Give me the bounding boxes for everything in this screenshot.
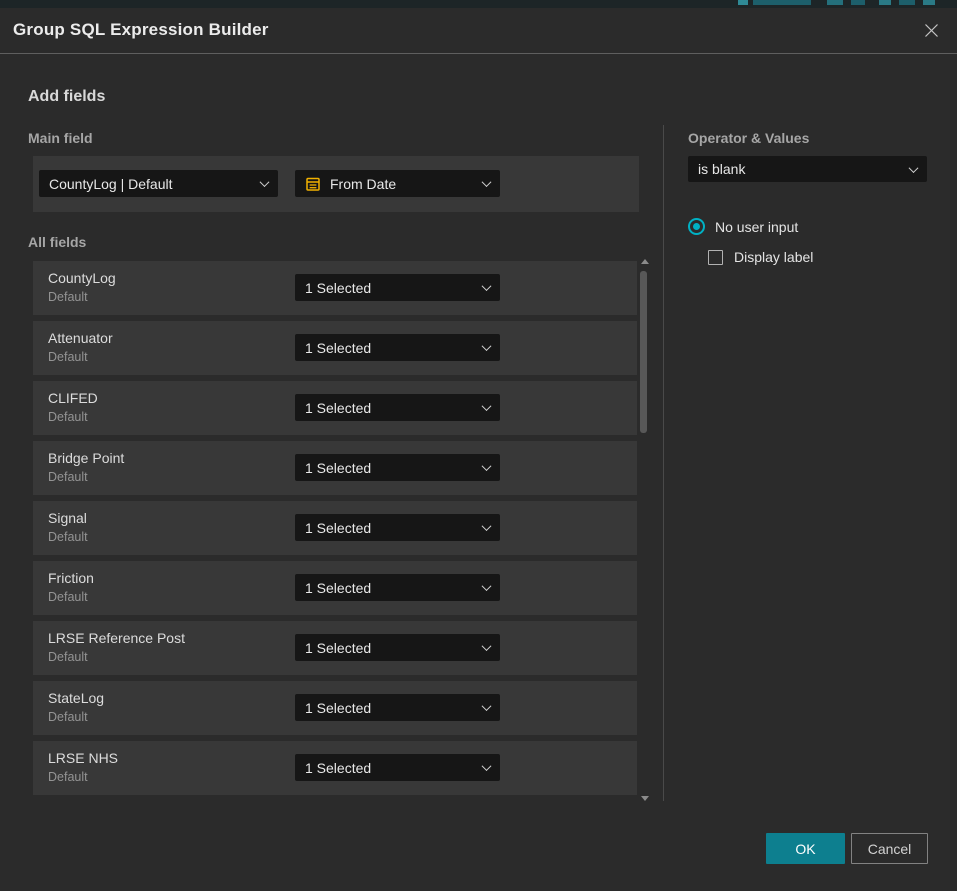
field-name: Attenuator	[48, 330, 113, 346]
field-name: Bridge Point	[48, 450, 124, 466]
field-row: CLIFED Default 1 Selected	[33, 381, 637, 435]
field-row: LRSE Reference Post Default 1 Selected	[33, 621, 637, 675]
field-row: Bridge Point Default 1 Selected	[33, 441, 637, 495]
chevron-down-icon	[482, 761, 492, 771]
background-fragment	[899, 0, 915, 5]
field-selected-value: 1 Selected	[305, 460, 371, 476]
field-row: StateLog Default 1 Selected	[33, 681, 637, 735]
field-sublabel: Default	[48, 410, 88, 424]
checkbox-unchecked-icon	[708, 250, 723, 265]
display-label-label: Display label	[734, 249, 813, 265]
field-name: LRSE NHS	[48, 750, 118, 766]
field-row: Friction Default 1 Selected	[33, 561, 637, 615]
field-selected-value: 1 Selected	[305, 700, 371, 716]
field-select-value: From Date	[330, 176, 396, 192]
field-selected-value: 1 Selected	[305, 520, 371, 536]
chevron-down-icon	[482, 581, 492, 591]
background-fragment	[923, 0, 935, 5]
field-sublabel: Default	[48, 770, 88, 784]
cancel-button[interactable]: Cancel	[851, 833, 928, 864]
scrollbar-thumb[interactable]	[640, 271, 647, 433]
operator-select-value: is blank	[698, 161, 745, 177]
field-sublabel: Default	[48, 650, 88, 664]
fields-list-scrollbar[interactable]	[639, 257, 650, 803]
field-selected-dropdown[interactable]: 1 Selected	[295, 634, 500, 661]
no-user-input-option[interactable]: No user input	[688, 218, 798, 235]
field-sublabel: Default	[48, 290, 88, 304]
field-name: Signal	[48, 510, 87, 526]
field-sublabel: Default	[48, 470, 88, 484]
dialog-title: Group SQL Expression Builder	[13, 20, 269, 40]
ok-button[interactable]: OK	[766, 833, 845, 864]
display-label-option[interactable]: Display label	[708, 249, 813, 265]
field-selected-dropdown[interactable]: 1 Selected	[295, 574, 500, 601]
field-selected-value: 1 Selected	[305, 280, 371, 296]
field-selected-value: 1 Selected	[305, 340, 371, 356]
field-name: CountyLog	[48, 270, 116, 286]
background-fragment	[851, 0, 865, 5]
field-selected-dropdown[interactable]: 1 Selected	[295, 334, 500, 361]
field-sublabel: Default	[48, 350, 88, 364]
background-fragment	[753, 0, 811, 5]
add-fields-heading: Add fields	[28, 88, 105, 106]
main-field-container: CountyLog | Default From Date	[33, 156, 639, 212]
operator-values-heading: Operator & Values	[688, 130, 809, 146]
operator-select[interactable]: is blank	[688, 156, 927, 182]
field-row: LRSE NHS Default 1 Selected	[33, 741, 637, 795]
field-selected-dropdown[interactable]: 1 Selected	[295, 454, 500, 481]
field-selected-dropdown[interactable]: 1 Selected	[295, 514, 500, 541]
layer-select[interactable]: CountyLog | Default	[39, 170, 278, 197]
field-selected-dropdown[interactable]: 1 Selected	[295, 694, 500, 721]
background-app-strip	[0, 0, 957, 8]
field-name: StateLog	[48, 690, 104, 706]
field-row: Signal Default 1 Selected	[33, 501, 637, 555]
field-selected-value: 1 Selected	[305, 580, 371, 596]
chevron-down-icon	[482, 641, 492, 651]
background-fragment	[738, 0, 748, 5]
close-icon	[923, 22, 940, 39]
close-button[interactable]	[920, 19, 942, 41]
field-selected-dropdown[interactable]: 1 Selected	[295, 394, 500, 421]
field-name: Friction	[48, 570, 94, 586]
field-selected-dropdown[interactable]: 1 Selected	[295, 754, 500, 781]
panel-divider	[663, 125, 664, 801]
chevron-down-icon	[482, 401, 492, 411]
screen: Group SQL Expression Builder Add fields …	[0, 0, 957, 891]
field-sublabel: Default	[48, 590, 88, 604]
field-selected-value: 1 Selected	[305, 400, 371, 416]
field-selected-dropdown[interactable]: 1 Selected	[295, 274, 500, 301]
dialog-titlebar: Group SQL Expression Builder	[0, 8, 957, 54]
calendar-icon	[305, 176, 321, 192]
chevron-down-icon	[482, 177, 492, 187]
field-selected-value: 1 Selected	[305, 760, 371, 776]
chevron-down-icon	[260, 177, 270, 187]
chevron-down-icon	[482, 281, 492, 291]
chevron-down-icon	[482, 341, 492, 351]
no-user-input-label: No user input	[715, 219, 798, 235]
field-name: CLIFED	[48, 390, 98, 406]
field-select[interactable]: From Date	[295, 170, 500, 197]
field-selected-value: 1 Selected	[305, 640, 371, 656]
field-row: Attenuator Default 1 Selected	[33, 321, 637, 375]
all-fields-list: CountyLog Default 1 Selected Attenuator …	[33, 261, 637, 801]
all-fields-label: All fields	[28, 234, 86, 250]
chevron-down-icon	[482, 521, 492, 531]
field-sublabel: Default	[48, 710, 88, 724]
layer-select-value: CountyLog | Default	[49, 176, 173, 192]
chevron-down-icon	[909, 163, 919, 173]
scroll-down-arrow-icon[interactable]	[641, 796, 649, 801]
radio-selected-icon	[688, 218, 705, 235]
main-field-label: Main field	[28, 130, 93, 146]
scroll-up-arrow-icon[interactable]	[641, 259, 649, 264]
background-fragment	[827, 0, 843, 5]
background-fragment	[879, 0, 891, 5]
field-row: CountyLog Default 1 Selected	[33, 261, 637, 315]
field-name: LRSE Reference Post	[48, 630, 185, 646]
field-sublabel: Default	[48, 530, 88, 544]
group-sql-expression-builder-dialog: Group SQL Expression Builder Add fields …	[0, 8, 957, 891]
chevron-down-icon	[482, 701, 492, 711]
chevron-down-icon	[482, 461, 492, 471]
